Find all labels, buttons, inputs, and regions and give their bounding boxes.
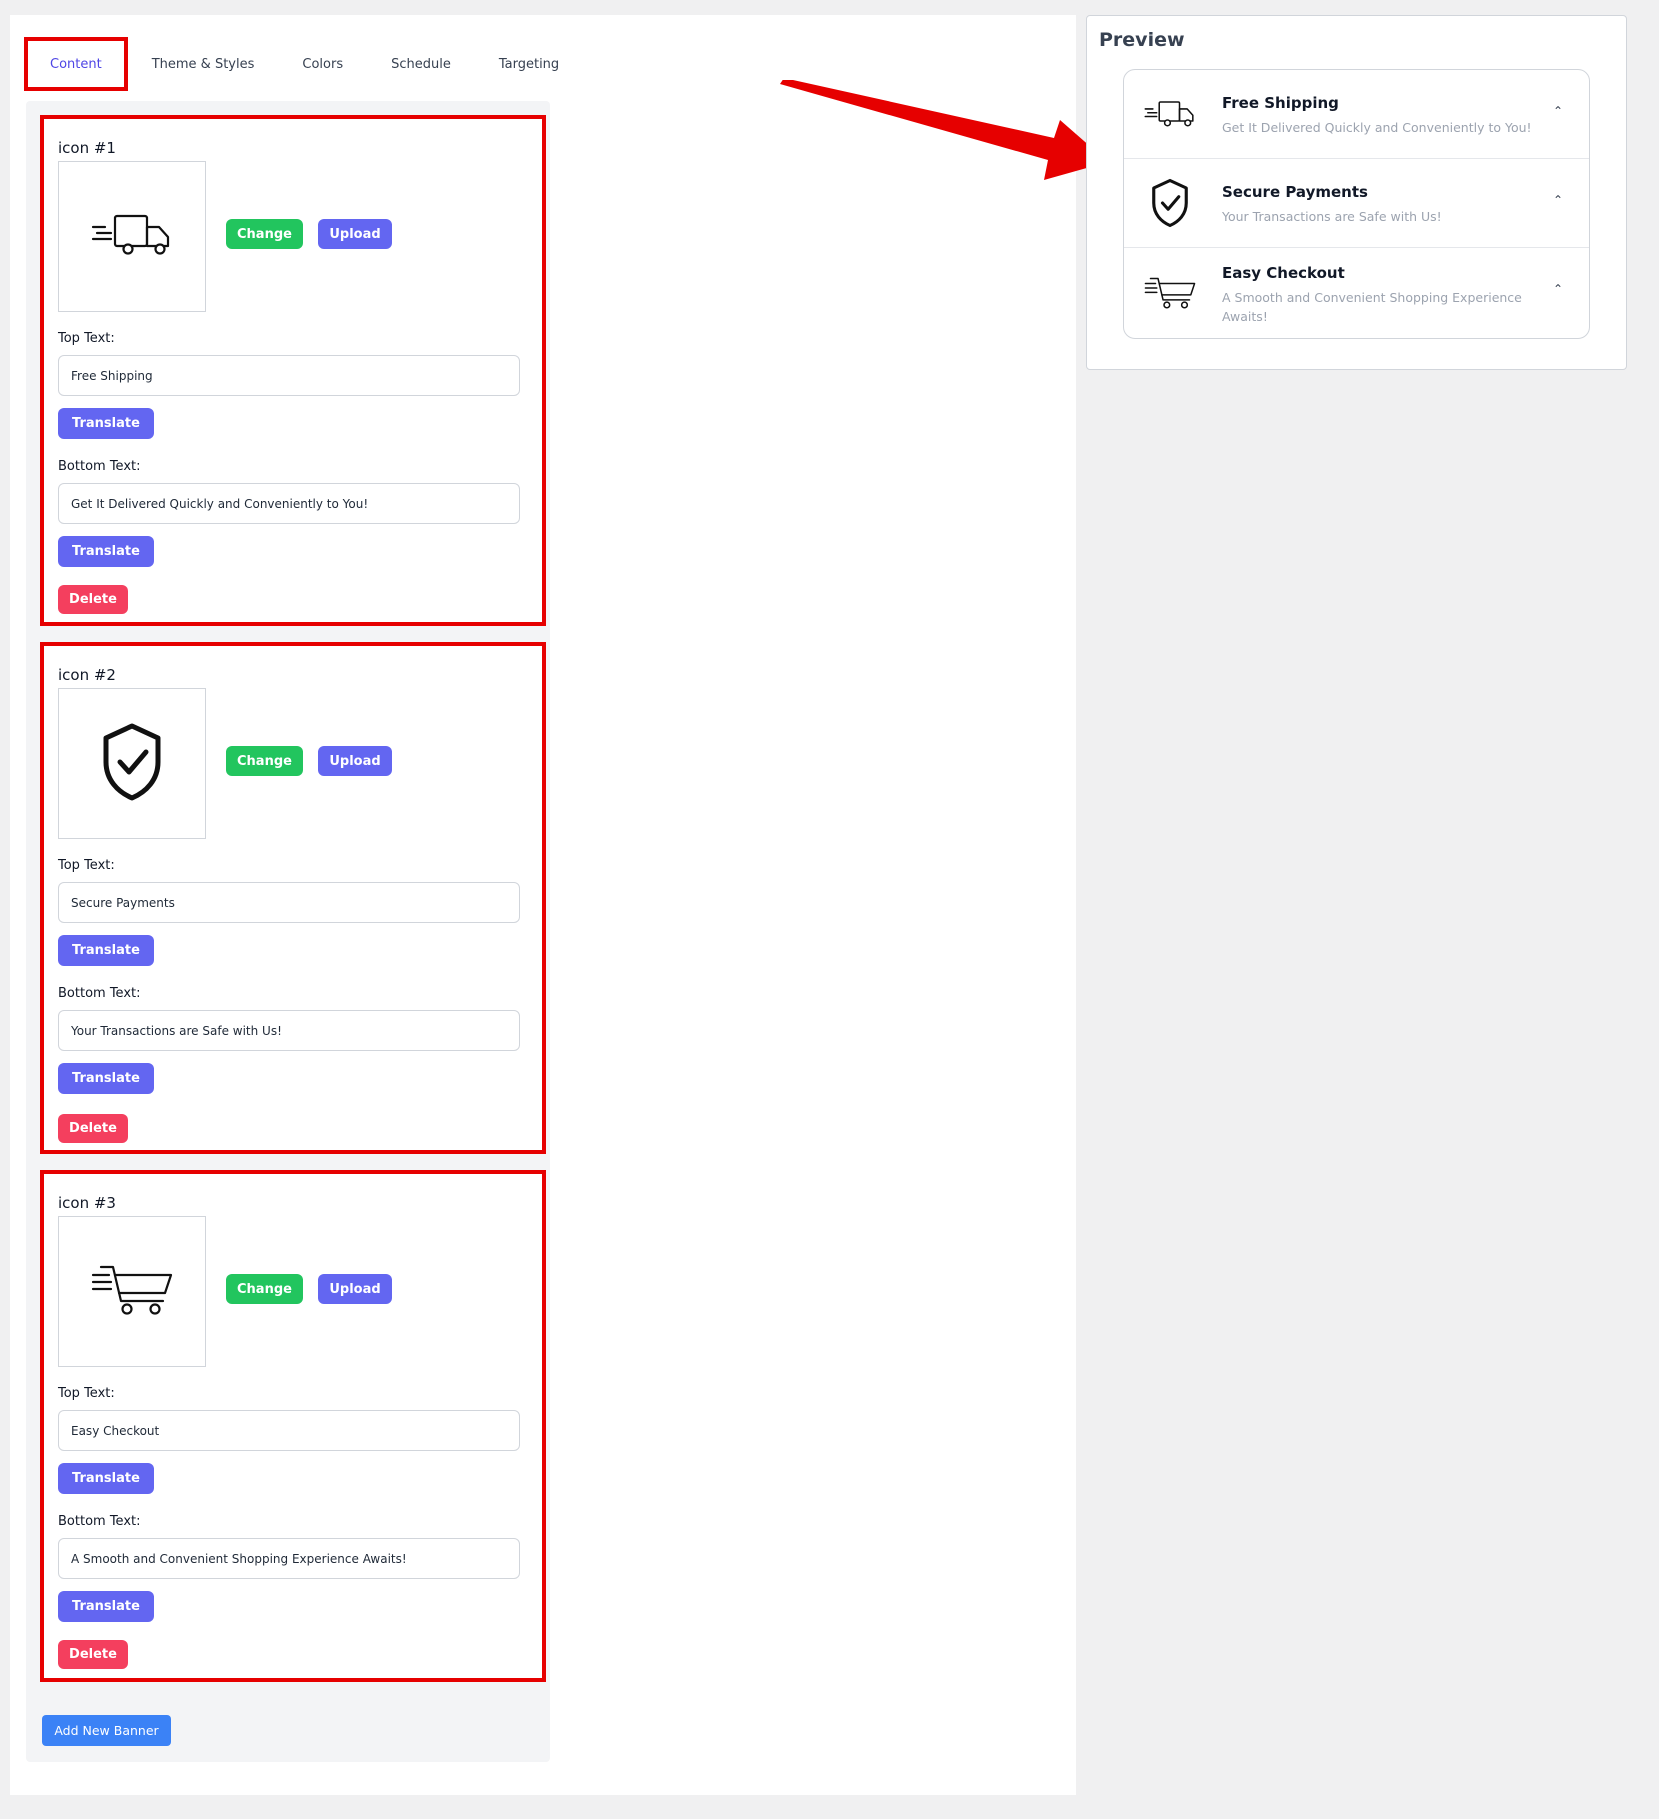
preview-panel: Preview Free Shipping Get It Delivered Q…: [1086, 15, 1627, 370]
preview-item-subtitle: Your Transactions are Safe with Us!: [1222, 209, 1442, 224]
shield-check-icon: [1142, 177, 1198, 229]
icon-preview: [58, 161, 206, 312]
bottom-text-label: Bottom Text:: [58, 986, 141, 1001]
preview-item-title: Easy Checkout: [1222, 264, 1345, 282]
content-area: icon #1 Change Upload Top Text: Translat…: [26, 101, 550, 1762]
change-button[interactable]: Change: [226, 219, 303, 249]
shopping-cart-icon: [91, 1263, 173, 1321]
chevron-up-icon[interactable]: ⌃: [1553, 282, 1563, 296]
top-text-input[interactable]: [58, 355, 520, 396]
add-new-banner-button[interactable]: Add New Banner: [42, 1715, 171, 1746]
editor-panel: Content Theme & Styles Colors Schedule T…: [10, 15, 1076, 1795]
top-text-input[interactable]: [58, 1410, 520, 1451]
translate-bottom-button[interactable]: Translate: [58, 536, 154, 567]
tab-theme-styles[interactable]: Theme & Styles: [128, 37, 279, 91]
translate-bottom-button[interactable]: Translate: [58, 1063, 154, 1094]
tab-targeting[interactable]: Targeting: [475, 37, 583, 91]
change-button[interactable]: Change: [226, 746, 303, 776]
top-text-input[interactable]: [58, 882, 520, 923]
translate-top-button[interactable]: Translate: [58, 935, 154, 966]
delete-button[interactable]: Delete: [58, 1114, 128, 1143]
delete-button[interactable]: Delete: [58, 585, 128, 614]
top-text-label: Top Text:: [58, 1386, 115, 1401]
bottom-text-label: Bottom Text:: [58, 459, 141, 474]
upload-button[interactable]: Upload: [318, 746, 392, 776]
chevron-up-icon[interactable]: ⌃: [1553, 104, 1563, 118]
preview-item-easy-checkout[interactable]: Easy Checkout A Smooth and Convenient Sh…: [1124, 248, 1589, 338]
translate-top-button[interactable]: Translate: [58, 408, 154, 439]
shield-check-icon: [100, 722, 164, 806]
icon-card-2: icon #2 Change Upload Top Text: Translat…: [40, 642, 546, 1154]
icon-preview: [58, 688, 206, 839]
top-text-label: Top Text:: [58, 858, 115, 873]
shopping-cart-icon: [1142, 276, 1198, 310]
tab-bar: Content Theme & Styles Colors Schedule T…: [24, 37, 583, 91]
delivery-truck-icon: [91, 213, 173, 261]
top-text-label: Top Text:: [58, 331, 115, 346]
upload-button[interactable]: Upload: [318, 219, 392, 249]
preview-item-title: Free Shipping: [1222, 94, 1339, 112]
preview-list: Free Shipping Get It Delivered Quickly a…: [1123, 69, 1590, 339]
card-label: icon #3: [58, 1194, 116, 1212]
bottom-text-input[interactable]: [58, 1010, 520, 1051]
tab-content[interactable]: Content: [24, 37, 128, 91]
bottom-text-label: Bottom Text:: [58, 1514, 141, 1529]
delivery-truck-icon: [1142, 100, 1198, 128]
tab-colors[interactable]: Colors: [278, 37, 367, 91]
icon-card-1: icon #1 Change Upload Top Text: Translat…: [40, 115, 546, 626]
delete-button[interactable]: Delete: [58, 1640, 128, 1669]
icon-preview: [58, 1216, 206, 1367]
change-button[interactable]: Change: [226, 1274, 303, 1304]
bottom-text-input[interactable]: [58, 1538, 520, 1579]
icon-card-3: icon #3 Change Upload Top Text: Translat…: [40, 1170, 546, 1682]
preview-item-title: Secure Payments: [1222, 183, 1368, 201]
card-label: icon #2: [58, 666, 116, 684]
translate-top-button[interactable]: Translate: [58, 1463, 154, 1494]
card-label: icon #1: [58, 139, 116, 157]
tab-schedule[interactable]: Schedule: [367, 37, 475, 91]
preview-item-subtitle: A Smooth and Convenient Shopping Experie…: [1222, 290, 1522, 324]
chevron-up-icon[interactable]: ⌃: [1553, 193, 1563, 207]
preview-title: Preview: [1099, 29, 1185, 51]
annotation-arrow: [780, 80, 1108, 180]
preview-item-subtitle: Get It Delivered Quickly and Convenientl…: [1222, 120, 1532, 135]
preview-item-free-shipping[interactable]: Free Shipping Get It Delivered Quickly a…: [1124, 70, 1589, 159]
upload-button[interactable]: Upload: [318, 1274, 392, 1304]
preview-item-secure-payments[interactable]: Secure Payments Your Transactions are Sa…: [1124, 159, 1589, 248]
bottom-text-input[interactable]: [58, 483, 520, 524]
translate-bottom-button[interactable]: Translate: [58, 1591, 154, 1622]
